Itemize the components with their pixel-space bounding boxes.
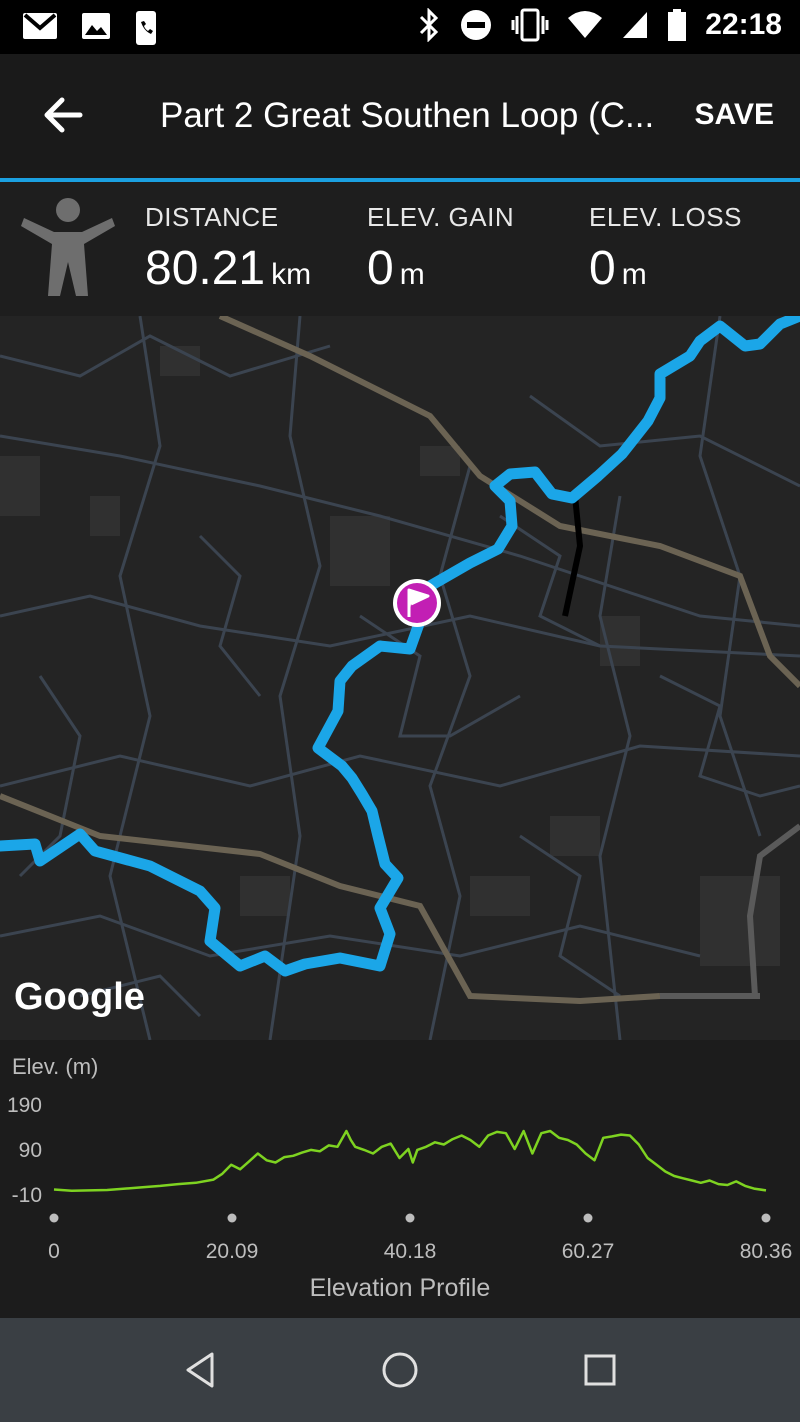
elevation-profile: Elev. (m) 190 90 -10 0 20.09 40.18 60.27 80.36 … [0, 1040, 800, 1318]
map-canvas[interactable] [0, 316, 800, 1040]
x-tick-label: 60.27 [562, 1240, 615, 1263]
elev-gain-stat: ELEV. GAIN 0m [367, 202, 514, 296]
distance-label: DISTANCE [145, 202, 279, 232]
activity-person-icon[interactable] [18, 196, 118, 300]
app-bar: Part 2 Great Southen Loop (C... SAVE [0, 54, 800, 178]
do-not-disturb-icon [461, 10, 492, 40]
clock: 22:18 [705, 8, 782, 41]
elev-gain-label: ELEV. GAIN [367, 202, 515, 232]
y-tick-label: 190 [7, 1094, 42, 1117]
photo-icon [82, 13, 110, 39]
elev-loss-unit: m [621, 258, 647, 291]
bluetooth-icon [420, 8, 439, 42]
battery-icon [668, 9, 687, 41]
vibrate-icon [511, 8, 549, 42]
x-tick-label: 0 [48, 1240, 60, 1263]
route-title: Part 2 Great Southen Loop (C... [160, 96, 655, 135]
back-arrow-icon[interactable] [40, 92, 86, 138]
nav-back-icon[interactable] [178, 1348, 222, 1392]
system-nav-bar [0, 1318, 800, 1422]
x-tick-dot [49, 1213, 59, 1223]
status-bar: 22:18 [0, 0, 800, 54]
elev-gain-value: 0 [367, 242, 394, 295]
x-tick-dot [227, 1213, 237, 1223]
wifi-icon [568, 11, 603, 38]
elevation-profile-title: Elevation Profile [309, 1274, 491, 1302]
google-attribution: Google [14, 976, 145, 1018]
x-tick-dot [583, 1213, 593, 1223]
nav-home-icon[interactable] [378, 1348, 422, 1392]
distance-value: 80.21 [145, 242, 266, 295]
elevation-series-line [53, 1129, 767, 1193]
save-button[interactable]: SAVE [695, 98, 774, 132]
route-stats: DISTANCE 80.21 km ELEV. GAIN 0m ELEV. LOS… [0, 182, 800, 316]
elev-loss-stat: ELEV. LOSS 0m [589, 202, 742, 296]
phone-icon [136, 11, 156, 45]
x-tick-label: 80.36 [740, 1240, 793, 1263]
elev-loss-label: ELEV. LOSS [589, 202, 742, 232]
x-tick-dot [405, 1213, 415, 1223]
gmail-icon [23, 13, 57, 39]
nav-recents-icon[interactable] [578, 1348, 622, 1392]
elevation-chart: 190 90 -10 0 20.09 40.18 60.27 80.36 [7, 1094, 793, 1263]
elev-gain-unit: m [399, 258, 425, 291]
signal-icon [623, 12, 648, 38]
distance-stat: DISTANCE 80.21 km [145, 202, 311, 296]
elev-loss-value: 0 [589, 242, 616, 295]
y-tick-label: -10 [12, 1184, 42, 1207]
x-tick-label: 40.18 [384, 1240, 437, 1263]
start-marker[interactable] [393, 579, 441, 627]
distance-unit: km [271, 258, 312, 291]
x-tick-dot [761, 1213, 771, 1223]
route-map[interactable]: Google [0, 316, 800, 1040]
y-tick-label: 90 [19, 1139, 42, 1162]
x-tick-label: 20.09 [206, 1240, 259, 1263]
